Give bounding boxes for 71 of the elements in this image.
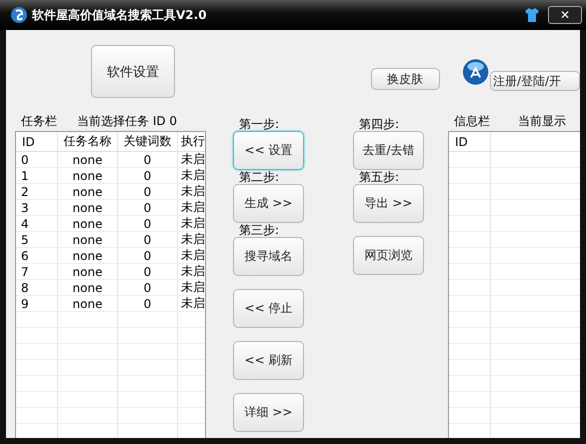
table-cell: 3 bbox=[16, 200, 58, 215]
step-button[interactable]: << 停止 bbox=[233, 289, 304, 328]
table-cell-text: 未启 bbox=[180, 184, 205, 199]
step-button[interactable]: 网页浏览 bbox=[353, 236, 424, 275]
table-cell-text: 未启 bbox=[180, 264, 205, 279]
skin-button[interactable]: 换皮肤 bbox=[370, 68, 440, 90]
step-label: 第五步: bbox=[358, 171, 400, 183]
step-button[interactable]: 搜寻域名 bbox=[233, 237, 304, 276]
table-cell: 9 bbox=[16, 296, 58, 311]
shirt-icon[interactable] bbox=[524, 7, 540, 23]
table-cell-text: 未启 bbox=[180, 200, 205, 215]
step-label: 第四步: bbox=[358, 118, 400, 130]
column-header[interactable]: 执行 bbox=[178, 132, 205, 151]
table-cell: 0 bbox=[118, 184, 178, 199]
window-title: 软件屋高价值域名搜索工具V2.0 bbox=[32, 6, 207, 24]
table-cell: 0 bbox=[118, 280, 178, 295]
close-button[interactable]: ✕ bbox=[548, 6, 582, 24]
table-cell-text: 未启 bbox=[180, 296, 205, 311]
table-cell: none bbox=[58, 232, 118, 247]
table-cell: 0 bbox=[118, 152, 178, 167]
step-button[interactable]: << 设置 bbox=[233, 131, 304, 170]
table-cell: none bbox=[58, 152, 118, 167]
table-cell-text: 未启 bbox=[180, 248, 205, 263]
step-label: 第二步: bbox=[238, 171, 280, 183]
user-globe-icon bbox=[462, 57, 490, 87]
step-button[interactable]: 去重/去错 bbox=[353, 131, 424, 170]
step-label: 第一步: bbox=[238, 118, 280, 130]
table-cell: none bbox=[58, 296, 118, 311]
table-cell: none bbox=[58, 200, 118, 215]
table-cell: 0 bbox=[118, 168, 178, 183]
table-cell: 6 bbox=[16, 248, 58, 263]
column-header[interactable]: ID bbox=[16, 132, 58, 151]
table-cell: 0 bbox=[118, 264, 178, 279]
table-cell-text: 未启 bbox=[180, 152, 205, 167]
table-cell-text: 未启 bbox=[180, 232, 205, 247]
table-cell-text: 未启 bbox=[180, 216, 205, 231]
table-cell-text: 未启 bbox=[180, 280, 205, 295]
table-cell: 7 bbox=[16, 264, 58, 279]
settings-button[interactable]: 软件设置 bbox=[91, 45, 175, 98]
column-header[interactable]: 关键词数 bbox=[118, 132, 178, 151]
panel-title: 任务栏 bbox=[21, 113, 57, 130]
table-cell: none bbox=[58, 184, 118, 199]
table-cell: none bbox=[58, 264, 118, 279]
step-button[interactable]: 生成 >> bbox=[233, 184, 304, 223]
table-cell: none bbox=[58, 248, 118, 263]
current-task-label: 当前选择任务 ID 0 bbox=[77, 113, 178, 130]
table-cell: 8 bbox=[16, 280, 58, 295]
login-button[interactable]: 注册/登陆/开 bbox=[490, 71, 580, 91]
column-header[interactable]: ID bbox=[449, 132, 491, 151]
step-label: 第三步: bbox=[238, 224, 280, 236]
table-cell: 5 bbox=[16, 232, 58, 247]
column-header[interactable]: 任务名称 bbox=[58, 132, 118, 151]
table-cell: none bbox=[58, 280, 118, 295]
step-button[interactable]: 导出 >> bbox=[353, 184, 424, 223]
table-cell: 0 bbox=[118, 232, 178, 247]
table-cell: 0 bbox=[118, 248, 178, 263]
table-cell: 0 bbox=[118, 296, 178, 311]
step-button[interactable]: << 刷新 bbox=[233, 341, 304, 380]
panel-title: 信息栏 bbox=[454, 113, 490, 130]
table-cell: 4 bbox=[16, 216, 58, 231]
table-cell: 0 bbox=[118, 200, 178, 215]
table-cell: 0 bbox=[16, 152, 58, 167]
table-cell-text: 未启 bbox=[180, 168, 205, 183]
table-cell: none bbox=[58, 216, 118, 231]
table-cell: none bbox=[58, 168, 118, 183]
current-display-label: 当前显示 bbox=[518, 113, 566, 130]
table-cell: 1 bbox=[16, 168, 58, 183]
step-button[interactable]: 详细 >> bbox=[233, 393, 304, 432]
table-cell: 0 bbox=[118, 216, 178, 231]
app-logo-icon bbox=[10, 6, 28, 24]
table-cell: 2 bbox=[16, 184, 58, 199]
